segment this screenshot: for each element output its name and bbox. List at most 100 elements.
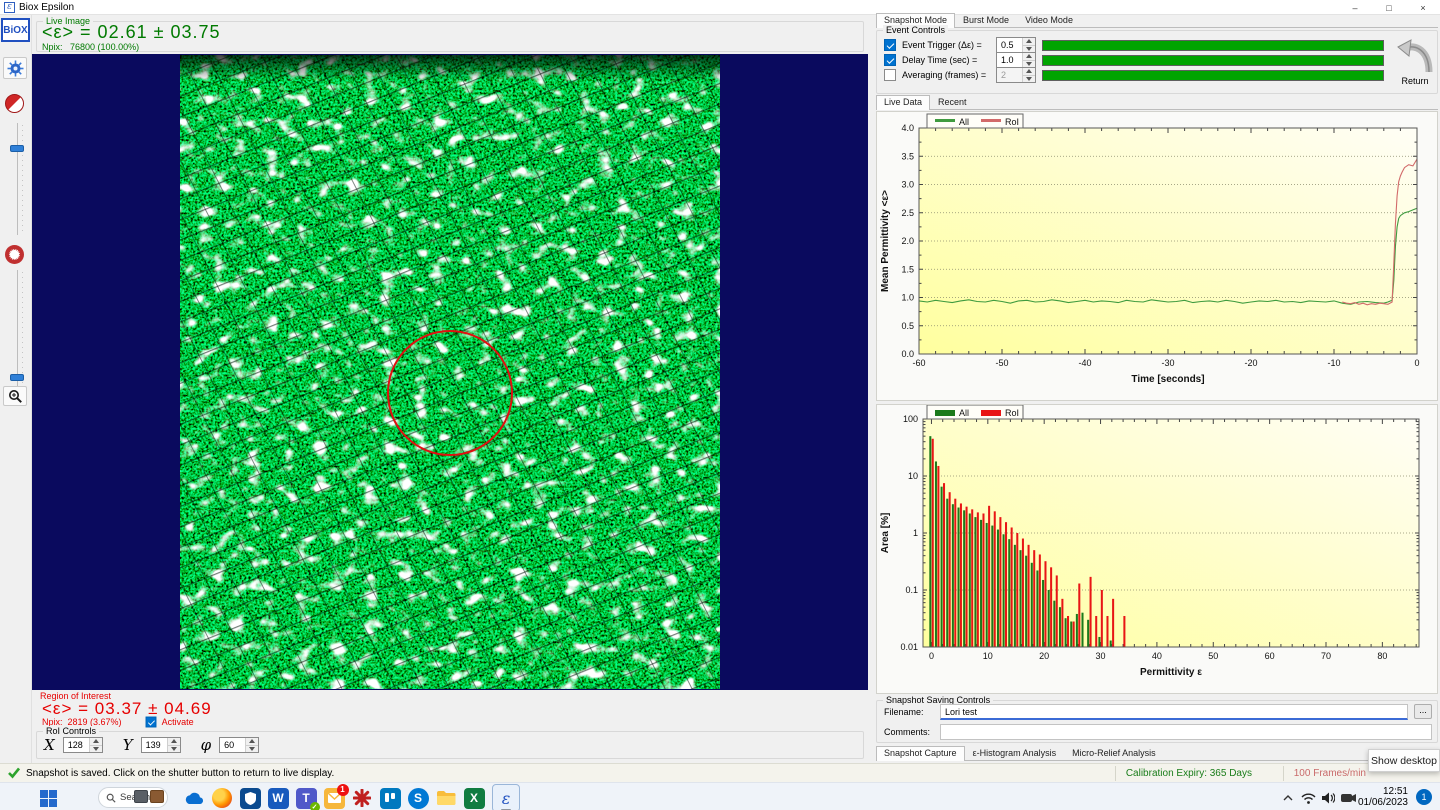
tab-snapshot-capture[interactable]: Snapshot Capture [876,746,965,761]
delay-time-checkbox[interactable] [884,54,896,66]
mail-icon: 1 [324,788,345,809]
roi-x-label: X [44,736,55,754]
taskbar-excel[interactable]: X [462,786,486,810]
averaging-spinner[interactable]: 2 [996,67,1036,83]
gain-slider-handle[interactable] [10,145,24,152]
averaging-progressbar [1042,70,1384,81]
tray-date: 01/06/2023 [1358,797,1408,808]
taskbar-plugin[interactable] [350,786,374,810]
filename-input[interactable]: Lori test [940,704,1408,720]
live-image-viewport[interactable] [32,54,868,690]
shutter-button[interactable] [5,94,24,113]
comments-input[interactable] [940,724,1432,740]
browse-button[interactable]: ... [1414,704,1432,719]
settings-button[interactable] [3,57,27,79]
delay-time-row: Delay Time (sec) = 1.0 [884,52,1384,68]
spinner-buttons[interactable] [1022,53,1035,67]
permittivity-histogram-chart: 010203040506070801001010.10.01AllRoIPerm… [877,405,1437,693]
focus-slider[interactable] [4,270,24,388]
tray-clock[interactable]: 12:51 01/06/2023 [1358,786,1408,808]
start-button[interactable] [36,786,60,810]
gain-slider[interactable] [4,123,24,235]
slider-ticks [22,125,23,233]
search-thumbnail-laptop[interactable] [134,790,148,803]
spinner-buttons[interactable] [245,738,258,752]
mail-notification-badge: 1 [337,784,349,796]
aperture-button[interactable] [5,245,24,264]
windows-logo-icon [40,790,57,807]
svg-text:1: 1 [913,528,918,538]
svg-text:4.0: 4.0 [901,123,914,133]
tab-video-mode[interactable]: Video Mode [1017,13,1081,27]
taskbar-epsilon-active[interactable]: ε [492,784,520,810]
return-button[interactable]: Return [1392,34,1438,86]
slider-track [17,270,18,388]
event-trigger-checkbox[interactable] [884,39,896,51]
spinner-buttons[interactable] [1022,38,1035,52]
folder-icon [436,790,456,806]
svg-text:Permittivity ε: Permittivity ε [1140,667,1202,678]
zoom-button[interactable] [3,386,27,406]
spinner-buttons[interactable] [167,738,180,752]
focus-slider-handle[interactable] [10,374,24,381]
tab-burst-mode[interactable]: Burst Mode [955,13,1017,27]
roi-y-value: 139 [142,738,167,752]
taskbar-skype[interactable]: S [406,786,430,810]
svg-text:2.0: 2.0 [901,236,914,246]
roi-activate-label: Activate [162,717,194,727]
svg-text:20: 20 [1039,651,1049,661]
svg-text:-40: -40 [1078,358,1091,368]
averaging-checkbox[interactable] [884,69,896,81]
status-bar: Snapshot is saved. Click on the shutter … [0,763,1440,782]
delay-time-value: 1.0 [997,53,1022,67]
taskbar-defender[interactable] [238,786,262,810]
histogram-chart-panel: 010203040506070801001010.10.01AllRoIPerm… [876,404,1438,694]
svg-text:0.1: 0.1 [905,585,918,595]
webcam-icon [1341,792,1356,804]
analysis-tabs: Snapshot Captureε-Histogram AnalysisMicr… [876,746,1438,761]
svg-text:0.01: 0.01 [900,642,918,652]
excel-icon: X [464,788,485,809]
svg-text:-60: -60 [912,358,925,368]
frame-rate-status: 100 Frames/min [1283,766,1376,781]
tray-time: 12:51 [1358,786,1408,797]
window-title: Biox Epsilon [19,2,74,13]
taskbar-trello[interactable] [378,786,402,810]
calibration-expiry: Calibration Expiry: 365 Days [1115,766,1262,781]
roi-x-spinner[interactable]: 128 [63,737,103,753]
svg-text:RoI: RoI [1005,408,1019,418]
taskbar-explorer[interactable] [434,786,458,810]
tab-recent[interactable]: Recent [930,95,975,109]
firefox-icon [212,788,232,808]
svg-text:80: 80 [1377,651,1387,661]
tab-live-data[interactable]: Live Data [876,95,930,110]
roi-activate-checkbox[interactable] [145,717,156,728]
taskbar-teams[interactable]: T ✓ [294,786,318,810]
tray-webcam[interactable] [1336,786,1360,810]
svg-text:10: 10 [983,651,993,661]
spinner-buttons[interactable] [1022,68,1035,82]
notification-count-badge[interactable]: 1 [1416,789,1432,805]
averaging-label: Averaging (frames) = [902,70,990,80]
zoom-icon [8,389,23,404]
taskbar-mail[interactable]: 1 [322,786,346,810]
svg-text:1.5: 1.5 [901,264,914,274]
svg-text:3.0: 3.0 [901,180,914,190]
taskbar-onedrive[interactable] [182,786,206,810]
taskbar-firefox[interactable] [210,786,234,810]
roi-phi-value: 60 [220,738,245,752]
roi-phi-spinner[interactable]: 60 [219,737,259,753]
roi-phi-label: φ [201,736,212,754]
screen: ε Biox Epsilon – □ × BiOX [0,0,1440,810]
success-check-icon [8,767,20,779]
search-thumbnail-briefcase[interactable] [150,790,164,803]
teams-icon: T ✓ [296,788,317,809]
svg-text:-20: -20 [1244,358,1257,368]
tab-micro-relief-analysis[interactable]: Micro-Relief Analysis [1064,746,1164,760]
tab-histogram-analysis[interactable]: ε-Histogram Analysis [965,746,1065,760]
spinner-buttons[interactable] [89,738,102,752]
word-icon: W [268,788,289,809]
taskbar: Search W T ✓ [0,782,1440,810]
taskbar-word[interactable]: W [266,786,290,810]
roi-y-spinner[interactable]: 139 [141,737,181,753]
